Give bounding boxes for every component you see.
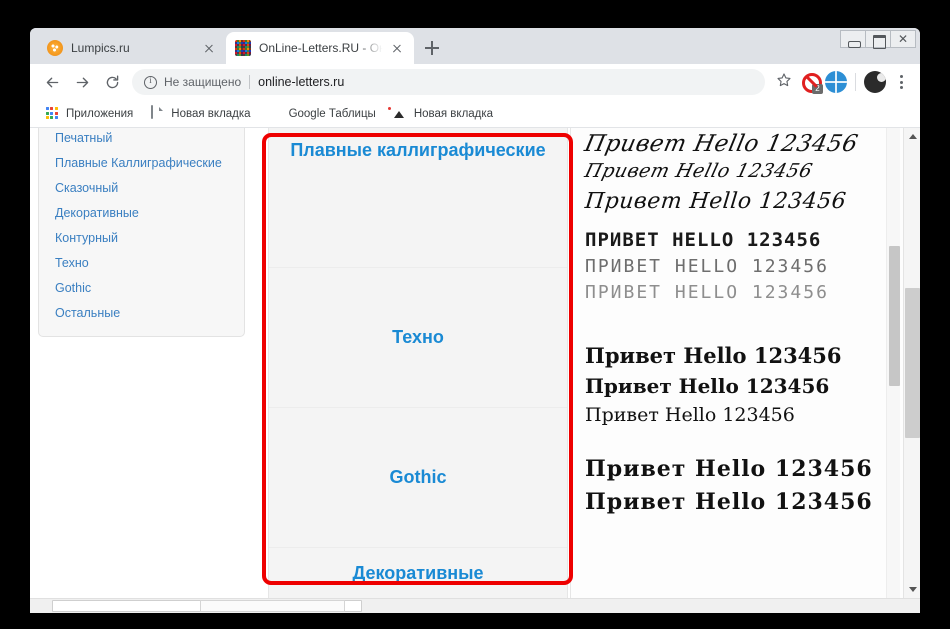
page-viewport: Печатный Плавные Каллиграфические Сказоч… (30, 128, 920, 613)
tab-lumpics[interactable]: Lumpics.ru (38, 32, 226, 64)
extension-badge: 2 (812, 84, 823, 94)
tab-online-letters[interactable]: OnLine-Letters.RU - Онлайн гене (226, 32, 414, 64)
reload-icon[interactable] (98, 68, 126, 96)
close-icon: ✕ (897, 32, 909, 46)
security-label: Не защищено (164, 75, 242, 89)
divider (855, 73, 856, 91)
category-cell-calligraphic[interactable]: Плавные каллиграфические (269, 128, 567, 268)
bookmark-new-tab-1[interactable]: Новая вкладка (145, 103, 258, 125)
font-sample[interactable]: ПРИВЕТ HELLO 123456 (585, 230, 903, 251)
bookmark-label: Новая вкладка (171, 107, 251, 120)
bookmark-google-sheets[interactable]: Google Таблицы (263, 103, 384, 125)
url-text: online-letters.ru (258, 75, 345, 89)
scrollbar-thumb-horizontal-secondary[interactable] (200, 600, 345, 612)
category-link[interactable]: Декоративные (352, 563, 483, 584)
browser-toolbar: Не защищено online-letters.ru 2 (30, 64, 920, 100)
address-bar[interactable]: Не защищено online-letters.ru (132, 69, 765, 95)
font-sample[interactable]: Привет Hello 123456 (585, 375, 903, 397)
bookmark-label: Приложения (66, 107, 134, 120)
font-sample[interactable]: Привет Hello 123456 (585, 490, 903, 514)
sidebar-item-pechatnyy[interactable]: Печатный (39, 128, 244, 151)
font-sample[interactable]: Привет Hello 123456 (582, 160, 903, 182)
font-sample[interactable]: Привет Hello 123456 (585, 257, 903, 277)
scroll-up-arrow-icon[interactable] (904, 128, 920, 145)
page-scrollbar-vertical[interactable] (903, 128, 920, 598)
sample-group-gothic: Привет Hello 123456 Привет Hello 123456 … (571, 344, 903, 426)
translate-globe-icon[interactable] (825, 71, 847, 93)
sample-group-techno: ПРИВЕТ HELLO 123456 Привет Hello 123456 … (571, 230, 903, 303)
category-link[interactable]: Плавные каллиграфические (290, 140, 545, 161)
font-samples-column: Привет Hello 123456 Привет Hello 123456 … (570, 128, 903, 598)
adblock-icon[interactable]: 2 (800, 71, 823, 94)
photo-icon (392, 106, 408, 122)
sidebar-category-menu: Печатный Плавные Каллиграфические Сказоч… (38, 128, 245, 337)
inner-scrollbar[interactable] (886, 128, 900, 598)
font-sample[interactable]: Привет Hello 123456 (585, 457, 903, 481)
apps-grid-icon (44, 106, 60, 122)
colorful-pixels-icon (235, 40, 251, 56)
bookmarks-bar: Приложения Новая вкладка Google Таблицы … (30, 100, 920, 128)
orange-circle-icon (47, 40, 63, 56)
page-icon (149, 104, 165, 122)
minimize-button[interactable] (840, 30, 866, 48)
tab-title: Lumpics.ru (71, 41, 130, 55)
scrollbar-thumb-vertical[interactable] (905, 288, 920, 438)
tab-title: OnLine-Letters.RU - Онлайн гене (259, 41, 385, 55)
font-sample[interactable]: Привет Hello 123456 (585, 405, 903, 426)
tab-strip: Lumpics.ru OnLine-Letters.RU - Онлайн ге… (30, 28, 920, 64)
bookmark-label: Новая вкладка (413, 107, 494, 120)
divider (249, 75, 251, 89)
bookmark-apps[interactable]: Приложения (40, 103, 141, 125)
info-icon[interactable] (144, 75, 157, 89)
bookmark-new-tab-2[interactable]: Новая вкладка (388, 103, 501, 125)
close-icon[interactable] (389, 40, 405, 56)
inner-scrollbar-thumb[interactable] (889, 246, 900, 386)
close-window-button[interactable]: ✕ (890, 30, 916, 48)
sidebar-item-decorative[interactable]: Декоративные (39, 201, 244, 226)
forward-arrow-icon[interactable] (68, 68, 96, 96)
sidebar-item-techno[interactable]: Техно (39, 251, 244, 276)
back-arrow-icon[interactable] (38, 68, 66, 96)
category-cell-techno[interactable]: Техно (269, 268, 567, 408)
font-sample[interactable]: Привет Hello 123456 (585, 344, 903, 367)
font-sample[interactable]: Привет Hello 123456 (585, 283, 903, 303)
category-link[interactable]: Gothic (390, 467, 447, 488)
font-sample[interactable]: Привет Hello 123456 (584, 189, 903, 214)
sidebar-item-skazochnyy[interactable]: Сказочный (39, 176, 244, 201)
sidebar-item-konturnyy[interactable]: Контурный (39, 226, 244, 251)
bookmark-star-icon[interactable] (771, 72, 797, 93)
sidebar-item-gothic[interactable]: Gothic (39, 276, 244, 301)
three-dots-icon[interactable] (890, 70, 912, 94)
category-link[interactable]: Техно (392, 327, 444, 348)
sample-group-decorative: Привет Hello 123456 Привет Hello 123456 (571, 457, 903, 514)
category-column: Плавные каллиграфические Техно Gothic Де… (268, 128, 568, 613)
browser-window: Lumpics.ru OnLine-Letters.RU - Онлайн ге… (30, 28, 920, 613)
google-sheets-icon (267, 106, 283, 122)
close-icon[interactable] (201, 40, 217, 56)
sidebar-item-calligraphic[interactable]: Плавные Каллиграфические (39, 151, 244, 176)
font-sample[interactable]: Привет Hello 123456 (582, 131, 903, 157)
bookmark-label: Google Таблицы (288, 107, 376, 120)
sample-group-calligraphic: Привет Hello 123456 Привет Hello 123456 … (571, 131, 903, 214)
page-content: Печатный Плавные Каллиграфические Сказоч… (30, 128, 903, 613)
avatar[interactable] (864, 71, 886, 93)
maximize-button[interactable] (865, 30, 891, 49)
new-tab-button[interactable] (418, 34, 446, 62)
window-controls: ✕ (840, 30, 916, 49)
page-scrollbar-horizontal[interactable] (30, 598, 920, 613)
scroll-down-arrow-icon[interactable] (904, 581, 920, 598)
sidebar-item-ostalnye[interactable]: Остальные (39, 301, 244, 326)
category-cell-gothic[interactable]: Gothic (269, 408, 567, 548)
